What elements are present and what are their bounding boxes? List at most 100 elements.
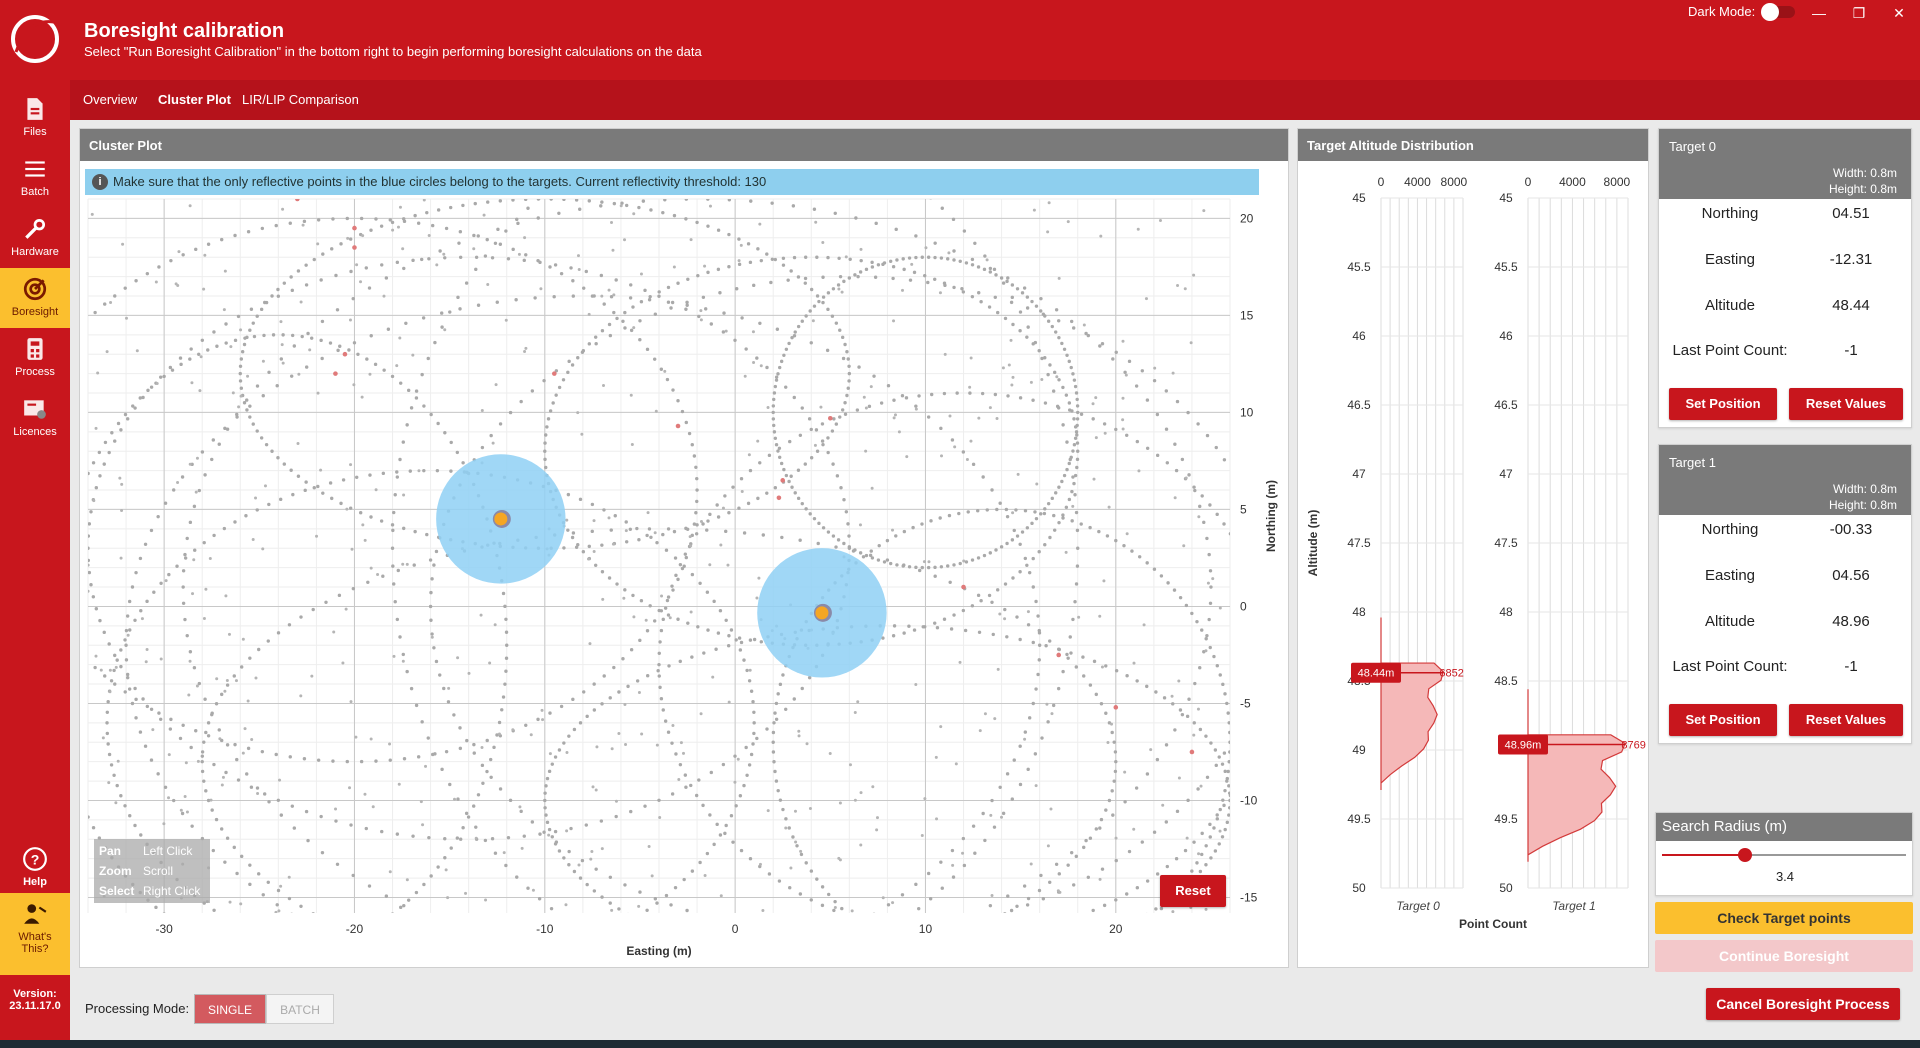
cloud-point — [879, 933, 882, 936]
cloud-point — [711, 675, 715, 679]
cloud-point — [1171, 702, 1175, 706]
cloud-point — [255, 429, 259, 433]
cloud-point — [223, 689, 227, 693]
cloud-point — [655, 131, 658, 134]
tab-cluster-plot[interactable]: Cluster Plot — [158, 92, 231, 107]
cancel-boresight-button[interactable]: Cancel Boresight Process — [1706, 988, 1900, 1020]
help-button[interactable]: ? Help — [0, 838, 70, 898]
cloud-point — [826, 135, 829, 138]
cloud-point — [524, 723, 528, 727]
cloud-point — [181, 585, 185, 589]
altitude-histogram-chart[interactable]: Altitude (m)4545.54646.54747.54848.54949… — [1298, 161, 1650, 969]
cloud-point — [554, 954, 557, 957]
cloud-point — [625, 922, 628, 925]
cloud-point — [1056, 406, 1061, 410]
slider-handle[interactable] — [1737, 848, 1752, 862]
cloud-point — [976, 265, 981, 269]
cloud-point — [151, 728, 155, 732]
dark-mode-toggle[interactable] — [1761, 2, 1796, 21]
cloud-point — [203, 697, 207, 701]
cloud-point — [862, 395, 866, 399]
cloud-point — [351, 296, 355, 301]
slider-track[interactable] — [1662, 848, 1906, 862]
cloud-point — [443, 836, 447, 841]
tab-overview[interactable]: Overview — [83, 92, 137, 107]
cloud-point — [1005, 279, 1009, 284]
cloud-point — [950, 848, 955, 853]
histogram-name: Target 0 — [1396, 899, 1440, 913]
cloud-point — [1146, 912, 1148, 913]
sidebar-item-batch[interactable]: Batch — [0, 148, 70, 208]
cloud-point — [495, 300, 499, 304]
cluster-plot-chart[interactable]: -30 -20 -10 0 10 2020151050-5-10-15Easting (m… — [80, 129, 1290, 969]
cloud-point — [1237, 483, 1240, 486]
cloud-point — [582, 286, 586, 290]
minimize-icon[interactable]: — — [1808, 2, 1830, 24]
batch-mode-button[interactable]: BATCH — [266, 994, 334, 1024]
cloud-point — [465, 738, 469, 743]
cloud-point — [716, 631, 721, 635]
cloud-point — [1192, 733, 1196, 737]
reset-values-button[interactable]: Reset Values — [1789, 388, 1903, 420]
cloud-point — [162, 374, 166, 379]
cloud-point — [1227, 784, 1230, 788]
cloud-point — [751, 742, 755, 746]
cloud-point — [1026, 610, 1030, 614]
cloud-point — [498, 787, 503, 791]
cloud-point — [1266, 652, 1269, 655]
sidebar-item-licences[interactable]: Licences — [0, 388, 70, 448]
cloud-point — [251, 422, 255, 426]
check-target-points-button[interactable]: Check Target points — [1655, 902, 1913, 934]
cloud-point — [838, 858, 842, 862]
cloud-point — [796, 324, 801, 329]
reset-values-button[interactable]: Reset Values — [1789, 704, 1903, 736]
set-position-button[interactable]: Set Position — [1669, 704, 1777, 736]
tab-lir-lip-comparison[interactable]: LIR/LIP Comparison — [242, 92, 359, 107]
cloud-point — [1040, 378, 1044, 382]
cloud-point — [853, 146, 856, 149]
cloud-point — [629, 328, 634, 333]
sidebar-item-boresight[interactable]: Boresight — [0, 268, 70, 328]
cloud-point — [163, 501, 168, 505]
whats-this-button[interactable]: What's This? — [0, 893, 70, 975]
cloud-point — [955, 391, 959, 395]
cloud-point — [324, 919, 327, 922]
close-icon[interactable]: ✕ — [1888, 2, 1910, 24]
cloud-point — [996, 310, 1000, 315]
cloud-point — [529, 961, 532, 964]
cloud-point — [366, 580, 370, 584]
plot-reset-button[interactable]: Reset — [1160, 875, 1226, 907]
cloud-point — [436, 208, 441, 212]
sidebar-item-files[interactable]: Files — [0, 88, 70, 148]
cloud-point — [204, 730, 208, 735]
cloud-point — [101, 736, 105, 740]
cloud-point — [1066, 656, 1070, 660]
cloud-point — [773, 769, 777, 774]
cloud-point — [961, 836, 966, 841]
continue-boresight-button[interactable]: Continue Boresight — [1655, 940, 1913, 972]
sidebar-item-process[interactable]: Process — [0, 328, 70, 388]
single-mode-button[interactable]: SINGLE — [194, 994, 266, 1024]
set-position-button[interactable]: Set Position — [1669, 388, 1777, 420]
cloud-point — [1069, 319, 1074, 324]
restore-icon[interactable]: ❐ — [1848, 2, 1870, 24]
cloud-point — [923, 797, 927, 801]
cloud-point — [1199, 784, 1203, 788]
cloud-point — [369, 228, 373, 232]
cloud-point — [533, 296, 537, 300]
cloud-point — [993, 392, 998, 397]
cloud-point — [105, 350, 109, 354]
cloud-point — [874, 221, 878, 226]
cloud-point — [422, 468, 426, 473]
cloud-point — [537, 897, 542, 901]
cloud-point — [190, 824, 194, 828]
cloud-point — [1227, 813, 1230, 817]
cloud-point — [996, 588, 1000, 592]
target-name: Target 1 — [1669, 455, 1716, 470]
cloud-point — [114, 665, 118, 669]
cloud-point — [1001, 811, 1006, 816]
slider-fill — [1662, 854, 1745, 856]
cloud-point — [914, 404, 918, 408]
cloud-point — [751, 330, 755, 334]
sidebar-item-hardware[interactable]: Hardware — [0, 208, 70, 268]
